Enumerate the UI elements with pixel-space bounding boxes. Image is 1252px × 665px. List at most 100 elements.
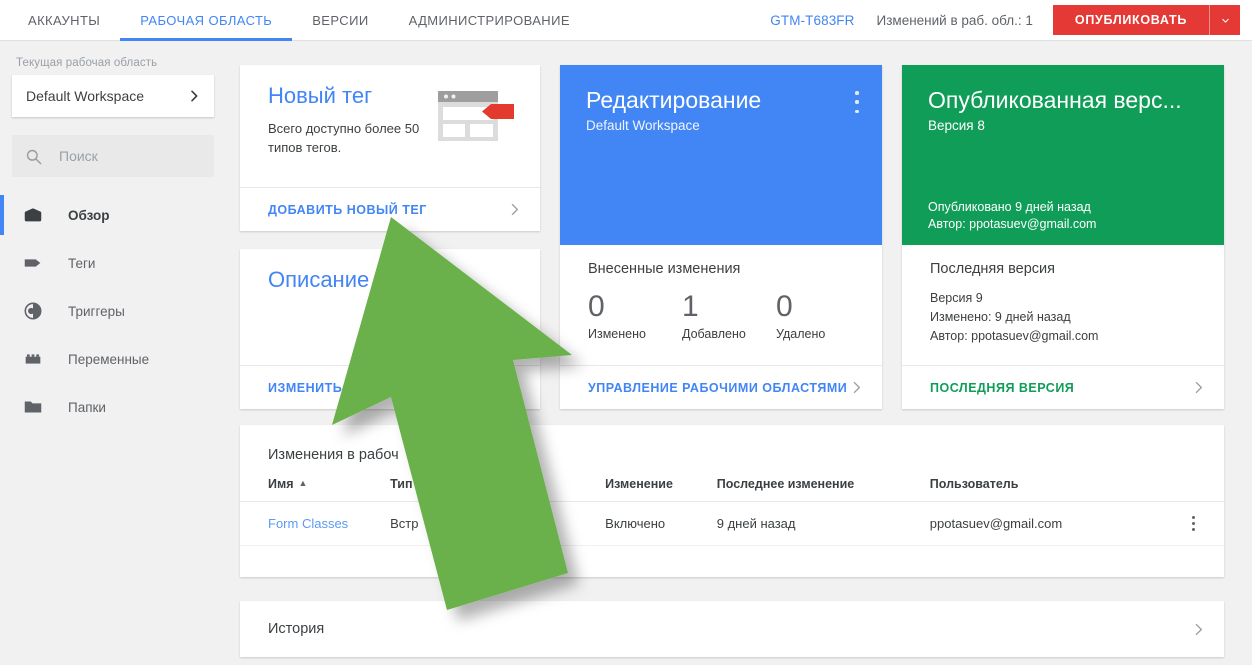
published-version-card: Опубликованная верс... Версия 8 Опублико… [902, 65, 1224, 409]
sidebar-item-variables[interactable]: Переменные [0, 335, 228, 383]
publish-button-group: ОПУБЛИКОВАТЬ [1052, 5, 1240, 35]
published-card-footer-line2: Автор: ppotasuev@gmail.com [928, 217, 1097, 231]
editing-card-subtitle: Default Workspace [586, 118, 700, 133]
published-card-footer: Опубликовано 9 дней назад Автор: ppotasu… [928, 199, 1096, 233]
editing-card-hero: Редактирование Default Workspace [560, 65, 882, 245]
sidebar-item-tags[interactable]: Теги [0, 239, 228, 287]
chevron-right-icon [191, 90, 198, 102]
latest-version-action[interactable]: ПОСЛЕДНЯЯ ВЕРСИЯ [902, 365, 1224, 409]
cell-type: Встр [390, 501, 606, 546]
table-row: Form Classes Встр Включено 9 дней назад … [240, 501, 1224, 546]
manage-workspaces-action[interactable]: УПРАВЛЕНИЕ РАБОЧИМИ ОБЛАСТЯМИ [560, 365, 882, 409]
search-input[interactable] [59, 148, 199, 164]
publish-button[interactable]: ОПУБЛИКОВАТЬ [1052, 5, 1210, 35]
published-card-footer-line1: Опубликовано 9 дней назад [928, 200, 1091, 214]
cell-last-change: 9 дней назад [716, 501, 930, 546]
column-header-type[interactable]: Тип [390, 477, 606, 502]
column-header-last-change[interactable]: Последнее изменение [716, 477, 930, 502]
chevron-right-icon [1195, 381, 1203, 394]
workspace-changes-title: Изменения в рабоч [268, 447, 399, 463]
latest-version-line1: Версия 9 [930, 291, 983, 305]
editing-card-more-vert-icon[interactable] [846, 89, 868, 115]
stat-deleted-label: Удалено [776, 327, 826, 341]
edit-description-action[interactable]: ИЗМЕНИТЬ О [240, 365, 540, 409]
table-header-row: Имя ▲ Тип Изменение Последнее изменение П… [240, 477, 1224, 502]
new-tag-text-group: Новый тег Всего доступно более 50 типов … [268, 83, 436, 187]
column-header-name[interactable]: Имя ▲ [240, 477, 391, 502]
container-id-link[interactable]: GTM-T683FR [770, 13, 854, 28]
browser-tag-illustration [436, 83, 522, 187]
variables-brick-icon [22, 348, 48, 370]
current-workspace-label: Текущая рабочая область [16, 57, 158, 69]
stat-added-label: Добавлено [682, 327, 746, 341]
history-label: История [268, 621, 325, 637]
latest-version-line2: Изменено: 9 дней назад [930, 310, 1071, 324]
workspace-changes-card: Изменения в рабоч Имя ▲ Тип Изменение Пос… [240, 425, 1224, 577]
sort-ascending-icon: ▲ [298, 478, 308, 488]
changes-made-heading: Внесенные изменения [588, 261, 741, 277]
tab-workspace-label: РАБОЧАЯ ОБЛАСТЬ [140, 13, 273, 28]
tag-name-link[interactable]: Form Classes [268, 516, 348, 531]
history-card[interactable]: История [240, 601, 1224, 657]
stat-modified: 0 Изменено [588, 289, 682, 341]
stat-modified-label: Изменено [588, 327, 646, 341]
workspace-selector[interactable]: Default Workspace [12, 75, 214, 117]
tab-accounts-label: АККАУНТЫ [28, 13, 101, 28]
column-header-change[interactable]: Изменение [605, 477, 717, 502]
tag-icon [22, 252, 48, 274]
sidebar-item-folders[interactable]: Папки [0, 383, 228, 431]
tab-workspace[interactable]: РАБОЧАЯ ОБЛАСТЬ [120, 0, 293, 41]
sidebar-item-variables-label: Переменные [68, 351, 150, 367]
description-card-body: Описание [240, 249, 540, 365]
main-tabs: АККАУНТЫ РАБОЧАЯ ОБЛАСТЬ ВЕРСИИ АДМИНИСТ… [0, 0, 590, 41]
sidebar-item-overview[interactable]: Обзор [0, 191, 228, 239]
stat-added: 1 Добавлено [682, 289, 776, 341]
published-card-title: Опубликованная верс... [928, 87, 1182, 113]
chevron-right-icon [511, 381, 519, 394]
latest-version-label: ПОСЛЕДНЯЯ ВЕРСИЯ [930, 380, 1075, 395]
tab-admin[interactable]: АДМИНИСТРИРОВАНИЕ [389, 0, 590, 41]
chevron-right-icon [1195, 623, 1203, 635]
overview-box-icon [22, 204, 48, 226]
search-icon [26, 149, 42, 164]
chevron-right-icon [511, 203, 519, 216]
sidebar-item-overview-label: Обзор [68, 207, 110, 223]
editing-card-title: Редактирование [586, 87, 762, 113]
latest-version-body: Последняя версия Версия 9 Изменено: 9 дн… [902, 245, 1224, 365]
cell-change: Включено [605, 501, 717, 546]
sidebar-nav: Обзор Теги Триггеры Переменные Папки [0, 191, 228, 431]
stat-modified-value: 0 [588, 290, 605, 323]
new-tag-card-body: Новый тег Всего доступно более 50 типов … [240, 65, 540, 187]
add-new-tag-label: ДОБАВИТЬ НОВЫЙ ТЕГ [268, 202, 427, 217]
workspace-changes-table: Имя ▲ Тип Изменение Последнее изменение П… [240, 477, 1224, 546]
cell-actions [1163, 501, 1224, 546]
stat-added-value: 1 [682, 290, 699, 323]
sidebar-item-triggers[interactable]: Триггеры [0, 287, 228, 335]
search-box[interactable] [12, 135, 214, 177]
folder-icon [22, 396, 48, 418]
column-header-actions [1163, 477, 1224, 502]
publish-dropdown-toggle[interactable] [1210, 5, 1240, 35]
row-more-vert-icon[interactable] [1163, 516, 1224, 531]
tab-accounts[interactable]: АККАУНТЫ [8, 0, 120, 41]
trigger-circle-icon [22, 300, 48, 322]
description-title: Описание [268, 267, 370, 292]
sidebar: Текущая рабочая область Default Workspac… [0, 41, 228, 665]
editing-card: Редактирование Default Workspace Внесенн… [560, 65, 882, 409]
tab-versions-label: ВЕРСИИ [312, 13, 369, 28]
new-tag-subtitle: Всего доступно более 50 типов тегов. [268, 121, 420, 155]
new-tag-title: Новый тег [268, 83, 373, 108]
tab-admin-label: АДМИНИСТРИРОВАНИЕ [408, 13, 570, 28]
gtm-workspace-page: АККАУНТЫ РАБОЧАЯ ОБЛАСТЬ ВЕРСИИ АДМИНИСТ… [0, 0, 1252, 665]
column-header-user[interactable]: Пользователь [929, 477, 1164, 502]
workspace-changes-count: Изменений в раб. обл.: 1 [876, 12, 1033, 28]
top-navigation-bar: АККАУНТЫ РАБОЧАЯ ОБЛАСТЬ ВЕРСИИ АДМИНИСТ… [0, 0, 1252, 41]
add-new-tag-action[interactable]: ДОБАВИТЬ НОВЫЙ ТЕГ [240, 187, 540, 231]
tab-versions[interactable]: ВЕРСИИ [292, 0, 388, 41]
top-bar-right-group: GTM-T683FR Изменений в раб. обл.: 1 ОПУБ… [770, 0, 1252, 40]
cell-name: Form Classes [240, 501, 391, 546]
main-content: Новый тег Всего доступно более 50 типов … [240, 41, 1232, 665]
workspace-selector-value: Default Workspace [26, 88, 145, 104]
table-head: Имя ▲ Тип Изменение Последнее изменение П… [240, 477, 1224, 502]
editing-card-body: Внесенные изменения 0 Изменено 1 Добавле… [560, 245, 882, 365]
